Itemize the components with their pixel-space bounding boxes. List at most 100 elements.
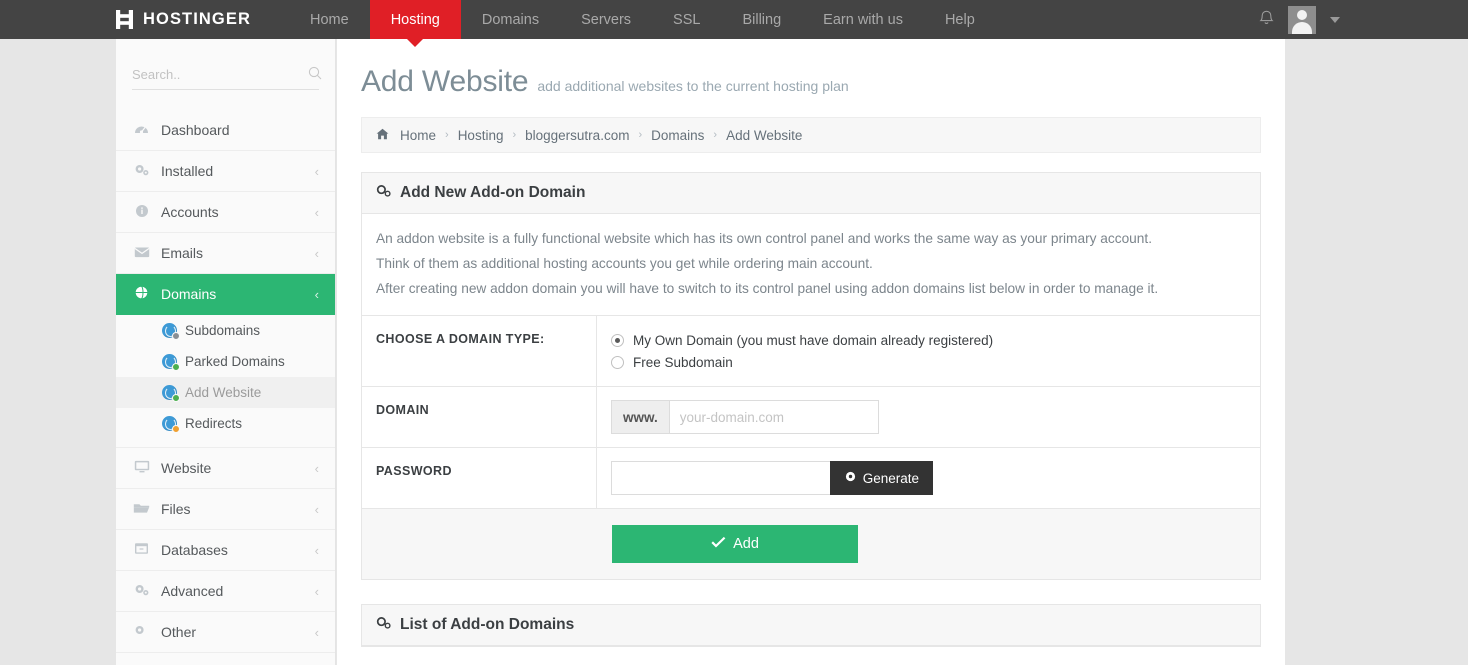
sidebar-item-installed[interactable]: Installed ‹: [116, 151, 335, 192]
breadcrumb-item-current: Add Website: [726, 127, 803, 143]
notification-bell-icon[interactable]: [1259, 10, 1274, 30]
sidebar-item-other[interactable]: Other ‹: [116, 612, 335, 653]
top-nav-items: Home Hosting Domains Servers SSL Billing…: [289, 0, 996, 47]
sidebar-item-files[interactable]: Files ‹: [116, 489, 335, 530]
sidebar-subitem-subdomains[interactable]: Subdomains: [116, 315, 335, 346]
sidebar-item-website[interactable]: Website ‹: [116, 448, 335, 489]
radio-my-own-domain[interactable]: [611, 333, 624, 347]
database-icon: [132, 542, 151, 558]
dashboard-icon: [132, 122, 151, 138]
sidebar-label-emails: Emails: [161, 245, 204, 261]
description-line-1: An addon website is a fully functional w…: [376, 231, 1153, 246]
page-title: Add Website: [361, 65, 529, 98]
add-addon-domain-panel: Add New Add-on Domain An addon website i…: [361, 172, 1261, 580]
user-avatar[interactable]: [1288, 5, 1316, 34]
nav-item-hosting[interactable]: Hosting: [369, 0, 461, 47]
breadcrumb-item-hosting[interactable]: Hosting: [458, 128, 504, 143]
breadcrumb-separator: ›: [445, 129, 449, 141]
other-icon: [132, 624, 151, 641]
sidebar-item-databases[interactable]: Databases ‹: [116, 530, 335, 571]
brand-logo[interactable]: HOSTINGER: [0, 0, 251, 39]
password-input-group: Generate: [611, 461, 933, 495]
sidebar-item-accounts[interactable]: Accounts ‹: [116, 192, 335, 233]
radio-label-my-own-domain[interactable]: My Own Domain (you must have domain alre…: [633, 333, 993, 348]
page-header: Add Website add additional websites to t…: [337, 39, 1285, 99]
brand-name: HOSTINGER: [143, 10, 251, 28]
sidebar-label-dashboard: Dashboard: [161, 122, 230, 138]
breadcrumb-item-domain[interactable]: bloggersutra.com: [525, 128, 629, 143]
sidebar-item-emails[interactable]: Emails ‹: [116, 233, 335, 274]
sidebar-label-accounts: Accounts: [161, 204, 219, 220]
breadcrumb-separator: ›: [713, 129, 718, 141]
panel-description: An addon website is a fully functional w…: [362, 214, 1260, 315]
panel-header-add-addon: Add New Add-on Domain: [362, 173, 1260, 214]
nav-item-help[interactable]: Help: [924, 0, 996, 39]
description-line-2: Think of them as additional hosting acco…: [376, 256, 873, 271]
password-input[interactable]: [611, 461, 830, 495]
sidebar-item-dashboard[interactable]: Dashboard: [116, 110, 335, 151]
globe-gear-icon: [162, 322, 180, 340]
nav-item-home[interactable]: Home: [289, 0, 370, 39]
chevron-down-icon[interactable]: [1330, 16, 1340, 23]
gear-icon: [844, 470, 857, 486]
chevron-left-icon: ‹: [314, 624, 319, 640]
sidebar-label-advanced: Advanced: [161, 583, 224, 599]
sidebar-submenu-domains: Subdomains Parked Domains Add Website Re…: [116, 315, 335, 448]
radio-option-my-own-domain[interactable]: My Own Domain (you must have domain alre…: [611, 329, 1246, 351]
form-row-domain-type: CHOOSE A DOMAIN TYPE: My Own Domain (you…: [362, 315, 1260, 386]
sidebar-label-files: Files: [161, 501, 191, 517]
envelope-icon: [132, 245, 151, 261]
chevron-left-icon: ‹: [314, 204, 319, 220]
hostinger-h-logo-icon: [115, 9, 134, 30]
domain-prefix-addon: www.: [611, 400, 669, 434]
sidebar-menu: Dashboard Installed ‹ Accounts ‹ Emails …: [116, 110, 335, 653]
sidebar-subitem-add-website[interactable]: Add Website: [116, 377, 335, 408]
info-icon: [132, 204, 151, 221]
domain-input-group: www.: [611, 400, 879, 434]
search-icon[interactable]: [308, 66, 322, 83]
sidebar-subitem-redirects[interactable]: Redirects: [116, 408, 335, 439]
chevron-left-icon: ‹: [314, 163, 319, 179]
nav-item-ssl[interactable]: SSL: [652, 0, 721, 39]
breadcrumb-separator: ›: [638, 129, 643, 141]
breadcrumb-item-home[interactable]: Home: [400, 128, 436, 143]
sidebar-sublabel-subdomains: Subdomains: [185, 322, 261, 338]
panel-title-add-addon: Add New Add-on Domain: [400, 184, 586, 201]
breadcrumb-item-domains[interactable]: Domains: [651, 128, 704, 143]
sidebar-label-website: Website: [161, 460, 212, 476]
gears-icon: [132, 583, 151, 600]
sidebar-item-domains[interactable]: Domains ‹: [116, 274, 335, 315]
nav-item-billing[interactable]: Billing: [721, 0, 802, 39]
sidebar-label-other: Other: [161, 624, 197, 640]
folder-icon: [132, 501, 151, 517]
label-password: PASSWORD: [362, 448, 597, 508]
sidebar-label-installed: Installed: [161, 163, 214, 179]
form-row-password: PASSWORD Generate: [362, 447, 1260, 508]
nav-item-servers[interactable]: Servers: [560, 0, 652, 39]
breadcrumb: Home › Hosting › bloggersutra.com › Doma…: [361, 117, 1261, 153]
top-navigation-bar: HOSTINGER Home Hosting Domains Servers S…: [0, 0, 1468, 47]
form-row-domain: DOMAIN www.: [362, 386, 1260, 447]
radio-free-subdomain[interactable]: [611, 355, 624, 369]
nav-item-domains[interactable]: Domains: [461, 0, 560, 39]
generate-password-button[interactable]: Generate: [829, 461, 933, 495]
add-button[interactable]: Add: [612, 525, 858, 563]
chevron-left-icon: ‹: [314, 460, 319, 476]
sidebar-subitem-parked-domains[interactable]: Parked Domains: [116, 346, 335, 377]
chevron-left-icon: ‹: [314, 583, 319, 599]
sidebar-label-domains: Domains: [161, 286, 217, 302]
search-box[interactable]: [132, 66, 322, 90]
generate-button-label: Generate: [862, 470, 919, 486]
radio-option-free-subdomain[interactable]: Free Subdomain: [611, 351, 1246, 373]
right-gutter: [1285, 39, 1468, 665]
search-input[interactable]: [132, 67, 308, 82]
nav-item-earn-with-us[interactable]: Earn with us: [802, 0, 924, 39]
sidebar-item-advanced[interactable]: Advanced ‹: [116, 571, 335, 612]
breadcrumb-separator: ›: [512, 129, 517, 141]
gears-icon: [132, 163, 151, 180]
main-content: Add Website add additional websites to t…: [337, 39, 1285, 665]
domain-input[interactable]: [668, 400, 879, 434]
list-addon-domains-panel: List of Add-on Domains: [361, 604, 1261, 647]
field-password: Generate: [597, 448, 1260, 508]
radio-label-free-subdomain[interactable]: Free Subdomain: [633, 355, 733, 370]
